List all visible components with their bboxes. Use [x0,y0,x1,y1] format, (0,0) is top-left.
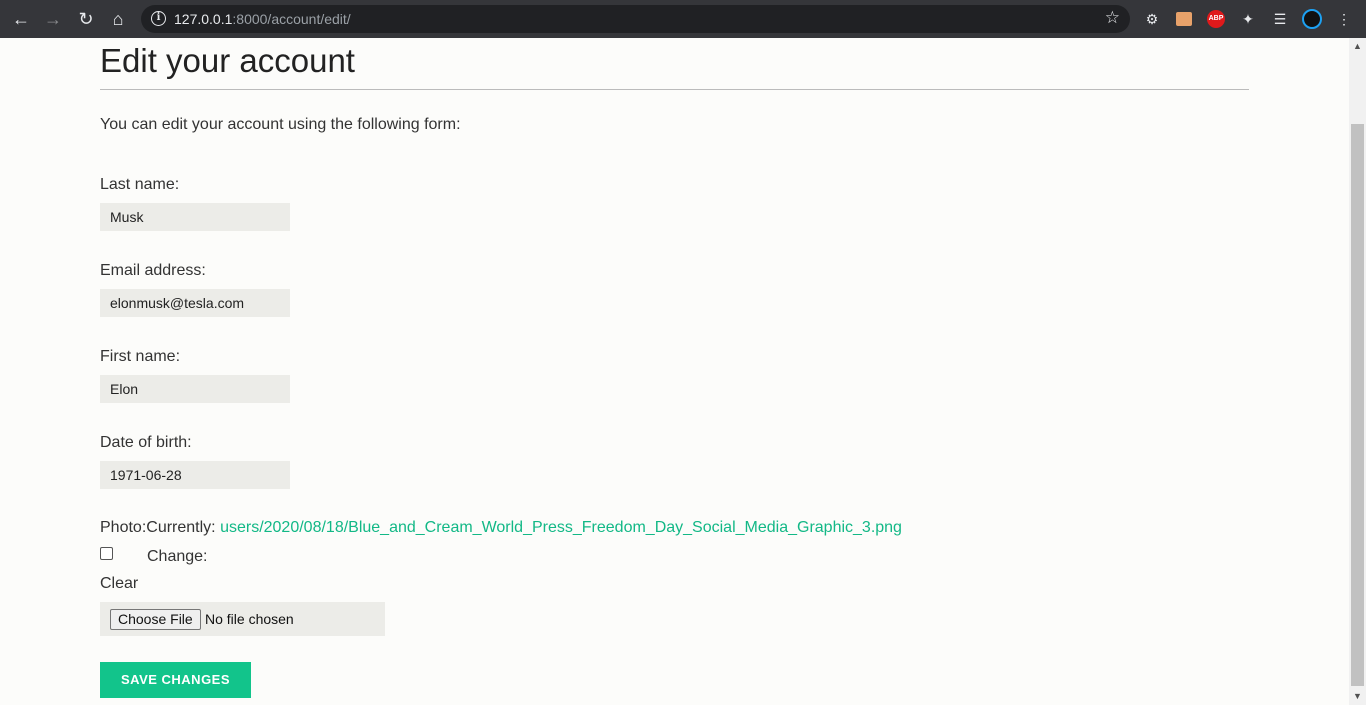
url-path: :8000/account/edit/ [232,11,351,27]
site-info-icon[interactable]: i [151,11,166,26]
first-name-input[interactable] [100,375,290,403]
bookmark-star-icon[interactable]: ☆ [1105,8,1120,28]
file-status-text: No file chosen [205,611,294,627]
save-changes-button[interactable]: SAVE CHANGES [100,662,251,698]
more-menu-icon[interactable]: ⋮ [1334,9,1354,29]
email-input[interactable] [100,289,290,317]
page-title: Edit your account [100,42,355,79]
photo-file-input: Choose File No file chosen [100,602,385,636]
back-arrow-icon[interactable]: ← [10,8,32,30]
title-divider [100,89,1249,90]
last-name-input[interactable] [100,203,290,231]
vertical-scrollbar[interactable]: ▲ ▼ [1349,38,1366,705]
dob-input[interactable] [100,461,290,489]
email-label: Email address: [100,262,206,279]
dob-label: Date of birth: [100,434,192,451]
choose-file-button[interactable]: Choose File [110,609,201,630]
clear-label: Clear [100,575,139,592]
address-bar[interactable]: i 127.0.0.1:8000/account/edit/ ☆ [141,5,1130,33]
extension-face-icon[interactable] [1174,9,1194,29]
intro-text: You can edit your account using the foll… [100,116,461,133]
first-name-label: First name: [100,348,181,365]
home-icon[interactable]: ⌂ [107,8,129,30]
scroll-up-icon[interactable]: ▲ [1349,38,1366,55]
media-queue-icon[interactable]: ☰ [1270,9,1290,29]
currently-label: Currently: [146,519,221,536]
change-label: Change: [147,548,208,565]
adblock-icon[interactable]: ABP [1206,9,1226,29]
url-host: 127.0.0.1 [174,11,233,27]
last-name-label: Last name: [100,176,180,193]
url-text: 127.0.0.1:8000/account/edit/ [174,11,351,27]
puzzle-extensions-icon[interactable]: ✦ [1238,9,1258,29]
browser-toolbar: ← → ↻ ⌂ i 127.0.0.1:8000/account/edit/ ☆… [0,0,1366,38]
profile-avatar-icon[interactable] [1302,9,1322,29]
photo-row: Photo:Currently: users/2020/08/18/Blue_a… [100,519,902,537]
current-photo-link[interactable]: users/2020/08/18/Blue_and_Cream_World_Pr… [220,519,902,536]
gear-extension-icon[interactable]: ⚙ [1142,9,1162,29]
clear-photo-checkbox[interactable] [100,547,113,560]
reload-icon[interactable]: ↻ [75,8,97,30]
scroll-down-icon[interactable]: ▼ [1349,688,1366,705]
photo-label: Photo: [100,519,147,536]
forward-arrow-icon[interactable]: → [42,8,64,30]
scrollbar-thumb[interactable] [1351,124,1364,686]
